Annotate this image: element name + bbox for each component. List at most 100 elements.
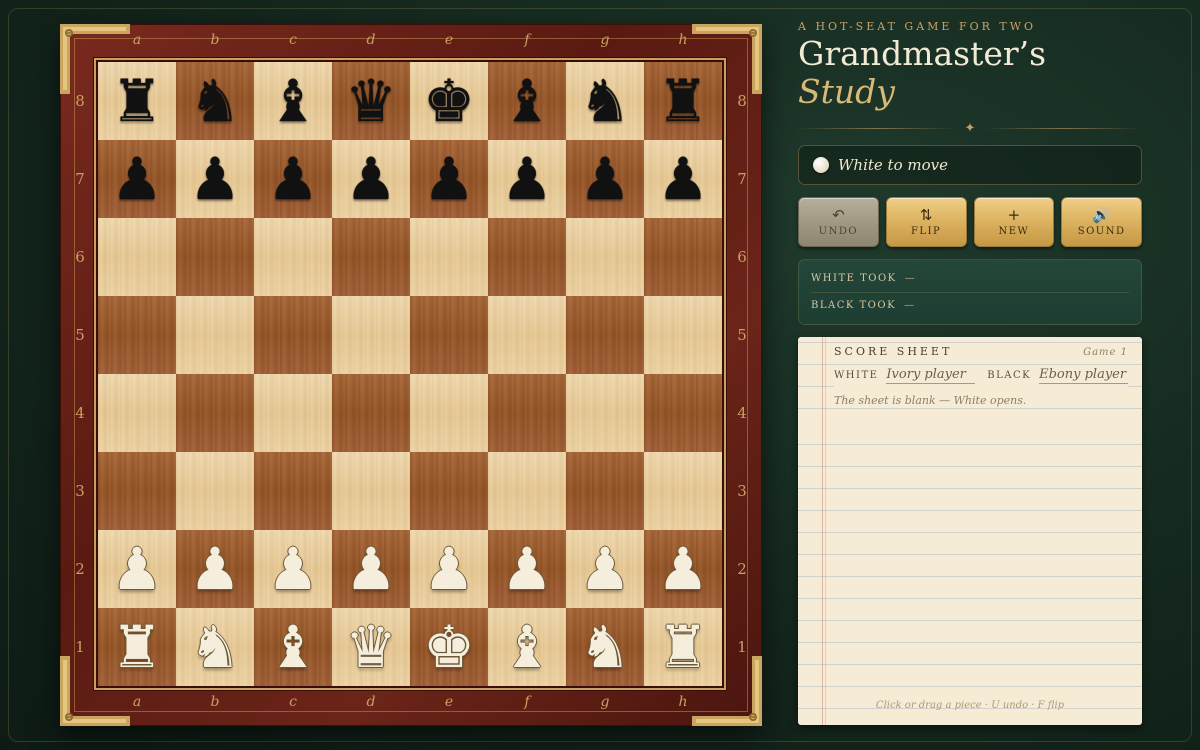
square-b1[interactable]: ♞ — [176, 608, 254, 686]
square-b8[interactable]: ♞ — [176, 62, 254, 140]
square-d3[interactable] — [332, 452, 410, 530]
square-e8[interactable]: ♚ — [410, 62, 488, 140]
square-a1[interactable]: ♜ — [98, 608, 176, 686]
square-d6[interactable] — [332, 218, 410, 296]
black-pawn-icon[interactable]: ♟ — [423, 150, 475, 208]
black-pawn-icon[interactable]: ♟ — [189, 150, 241, 208]
square-a4[interactable] — [98, 374, 176, 452]
white-pawn-icon[interactable]: ♟ — [501, 540, 553, 598]
square-f6[interactable] — [488, 218, 566, 296]
flip-button[interactable]: ⇅ FLIP — [885, 196, 967, 247]
square-e1[interactable]: ♚ — [410, 608, 488, 686]
square-d2[interactable]: ♟ — [332, 530, 410, 608]
black-player-name[interactable]: Ebony player — [1039, 367, 1128, 384]
square-c3[interactable] — [254, 452, 332, 530]
square-g3[interactable] — [566, 452, 644, 530]
chess-board[interactable]: ♜ ♞ ♝ ♛ ♚ ♝ ♞ ♜ ♟ ♟ ♟ ♟ ♟ ♟ ♟ ♟ ♟ ♟ ♟ ♟ ♟ ♟ ♟ ♟ ♜ ♞ ♝ ♛ ♚ ♝ ♞ ♜ — [94, 58, 726, 690]
white-pawn-icon[interactable]: ♟ — [345, 540, 397, 598]
square-c7[interactable]: ♟ — [254, 140, 332, 218]
black-queen-icon[interactable]: ♛ — [345, 72, 397, 130]
white-pawn-icon[interactable]: ♟ — [657, 540, 709, 598]
square-h4[interactable] — [644, 374, 722, 452]
white-pawn-icon[interactable]: ♟ — [111, 540, 163, 598]
square-f2[interactable]: ♟ — [488, 530, 566, 608]
square-b5[interactable] — [176, 296, 254, 374]
black-bishop-icon[interactable]: ♝ — [501, 72, 553, 130]
square-c8[interactable]: ♝ — [254, 62, 332, 140]
black-pawn-icon[interactable]: ♟ — [657, 150, 709, 208]
square-g1[interactable]: ♞ — [566, 608, 644, 686]
black-knight-icon[interactable]: ♞ — [579, 72, 631, 130]
white-rook-icon[interactable]: ♜ — [111, 618, 163, 676]
square-d4[interactable] — [332, 374, 410, 452]
square-b4[interactable] — [176, 374, 254, 452]
white-rook-icon[interactable]: ♜ — [657, 618, 709, 676]
square-a8[interactable]: ♜ — [98, 62, 176, 140]
white-bishop-icon[interactable]: ♝ — [501, 618, 553, 676]
square-a5[interactable] — [98, 296, 176, 374]
white-pawn-icon[interactable]: ♟ — [267, 540, 319, 598]
white-pawn-icon[interactable]: ♟ — [579, 540, 631, 598]
square-f5[interactable] — [488, 296, 566, 374]
square-h6[interactable] — [644, 218, 722, 296]
square-f4[interactable] — [488, 374, 566, 452]
white-king-icon[interactable]: ♚ — [423, 618, 475, 676]
square-h5[interactable] — [644, 296, 722, 374]
new-game-button[interactable]: + NEW — [973, 196, 1055, 247]
square-e7[interactable]: ♟ — [410, 140, 488, 218]
square-a3[interactable] — [98, 452, 176, 530]
square-f1[interactable]: ♝ — [488, 608, 566, 686]
square-d7[interactable]: ♟ — [332, 140, 410, 218]
square-e6[interactable] — [410, 218, 488, 296]
square-g2[interactable]: ♟ — [566, 530, 644, 608]
black-pawn-icon[interactable]: ♟ — [501, 150, 553, 208]
white-bishop-icon[interactable]: ♝ — [267, 618, 319, 676]
white-pawn-icon[interactable]: ♟ — [189, 540, 241, 598]
black-pawn-icon[interactable]: ♟ — [345, 150, 397, 208]
black-rook-icon[interactable]: ♜ — [657, 72, 709, 130]
square-g8[interactable]: ♞ — [566, 62, 644, 140]
square-a2[interactable]: ♟ — [98, 530, 176, 608]
white-pawn-icon[interactable]: ♟ — [423, 540, 475, 598]
square-f8[interactable]: ♝ — [488, 62, 566, 140]
square-h8[interactable]: ♜ — [644, 62, 722, 140]
square-c1[interactable]: ♝ — [254, 608, 332, 686]
black-pawn-icon[interactable]: ♟ — [267, 150, 319, 208]
square-h2[interactable]: ♟ — [644, 530, 722, 608]
square-b2[interactable]: ♟ — [176, 530, 254, 608]
white-knight-icon[interactable]: ♞ — [189, 618, 241, 676]
square-a7[interactable]: ♟ — [98, 140, 176, 218]
square-g5[interactable] — [566, 296, 644, 374]
square-d1[interactable]: ♛ — [332, 608, 410, 686]
black-rook-icon[interactable]: ♜ — [111, 72, 163, 130]
undo-button[interactable]: ↶ UNDO — [798, 196, 879, 247]
black-pawn-icon[interactable]: ♟ — [111, 150, 163, 208]
square-h3[interactable] — [644, 452, 722, 530]
sound-button[interactable]: 🔊 SOUND — [1061, 196, 1142, 247]
square-e3[interactable] — [410, 452, 488, 530]
square-f3[interactable] — [488, 452, 566, 530]
square-g7[interactable]: ♟ — [566, 140, 644, 218]
black-king-icon[interactable]: ♚ — [423, 72, 475, 130]
square-c2[interactable]: ♟ — [254, 530, 332, 608]
square-h1[interactable]: ♜ — [644, 608, 722, 686]
black-bishop-icon[interactable]: ♝ — [267, 72, 319, 130]
square-c6[interactable] — [254, 218, 332, 296]
square-c5[interactable] — [254, 296, 332, 374]
square-g6[interactable] — [566, 218, 644, 296]
white-player-name[interactable]: Ivory player — [886, 367, 976, 384]
square-c4[interactable] — [254, 374, 332, 452]
square-a6[interactable] — [98, 218, 176, 296]
square-e4[interactable] — [410, 374, 488, 452]
square-b7[interactable]: ♟ — [176, 140, 254, 218]
white-knight-icon[interactable]: ♞ — [579, 618, 631, 676]
square-f7[interactable]: ♟ — [488, 140, 566, 218]
square-b3[interactable] — [176, 452, 254, 530]
square-e2[interactable]: ♟ — [410, 530, 488, 608]
square-d8[interactable]: ♛ — [332, 62, 410, 140]
square-e5[interactable] — [410, 296, 488, 374]
square-d5[interactable] — [332, 296, 410, 374]
black-pawn-icon[interactable]: ♟ — [579, 150, 631, 208]
square-b6[interactable] — [176, 218, 254, 296]
square-h7[interactable]: ♟ — [644, 140, 722, 218]
